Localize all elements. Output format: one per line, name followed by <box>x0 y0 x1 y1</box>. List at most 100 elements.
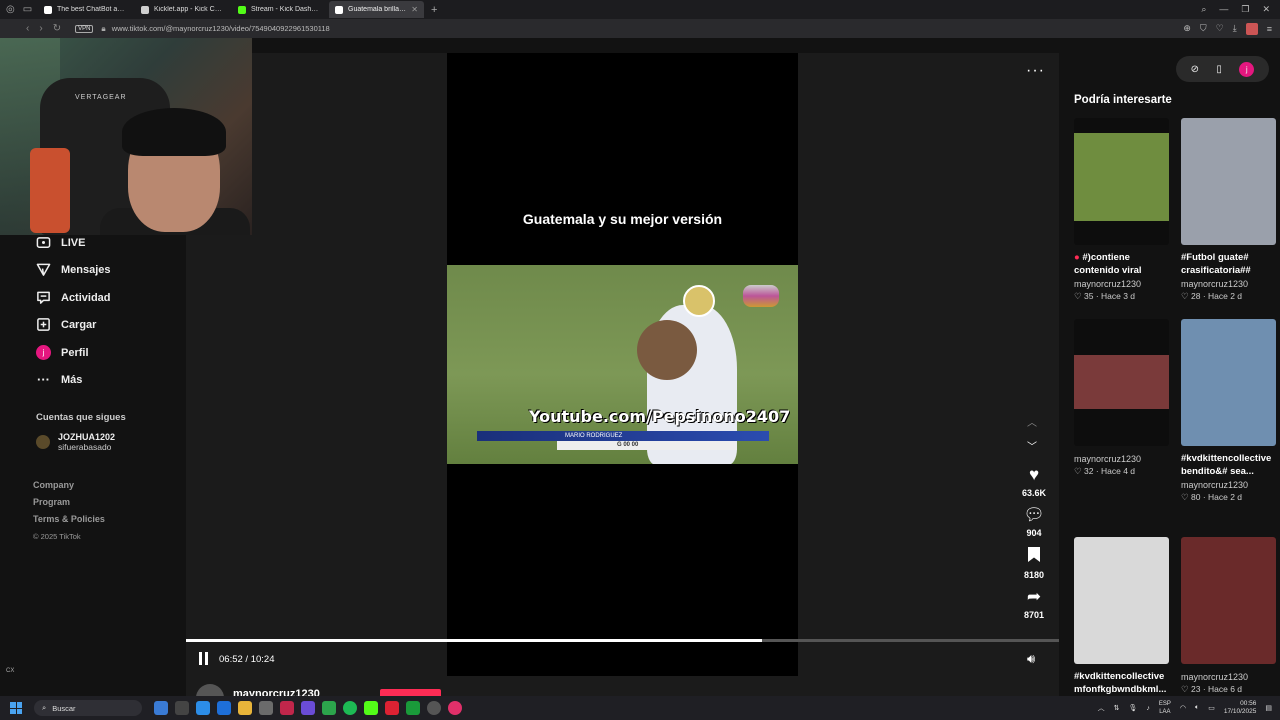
recommended-video-card[interactable]: maynorcruz1230 ♡ 32 · Hace 4 d <box>1074 319 1169 477</box>
card-meta: ♡ 23 · Hace 6 d <box>1181 684 1276 695</box>
current-time: 06:52 <box>219 654 243 665</box>
flag-icon <box>743 285 779 307</box>
share-button[interactable]: ➦ 8701 <box>1016 588 1052 621</box>
sidebar-item-profile[interactable]: j Perfil <box>36 345 89 360</box>
clock[interactable]: 00:56 17/10/2025 <box>1224 700 1257 716</box>
compass-icon[interactable]: ⊘ <box>1191 64 1199 75</box>
comment-count: 904 <box>1026 528 1042 538</box>
following-account[interactable]: JOZHUA1202 sifuerabasado <box>36 432 115 452</box>
store-icon[interactable] <box>259 701 273 715</box>
footer-link-program[interactable]: Program <box>33 494 105 511</box>
browser-tab[interactable]: Kicklet.app - Kick Chatbo... <box>135 1 230 18</box>
sidebar-item-messages[interactable]: Mensajes <box>36 262 111 277</box>
card-author: maynorcruz1230 <box>1181 672 1249 682</box>
recommended-video-card[interactable]: #Futbol guate# crasificatoria## maynorcru… <box>1181 118 1276 302</box>
speaker-icon[interactable]: 🔈︎ <box>1195 704 1199 712</box>
excel-icon[interactable] <box>406 701 420 715</box>
window-controls: ⌕ — ❐ ✕ <box>1201 4 1280 15</box>
recommended-video-card[interactable]: ● #)contiene contenido viral &$#... mayno… <box>1074 118 1169 302</box>
vpn-badge[interactable]: VPN <box>75 24 94 33</box>
search-tabs-icon[interactable]: ⌕ <box>1201 4 1206 15</box>
sidebar-item-more[interactable]: ··· Más <box>36 372 82 387</box>
tray-chevron-icon[interactable]: ︿ <box>1098 703 1105 713</box>
device-icon[interactable]: ▯ <box>1216 64 1222 75</box>
volume-icon[interactable]: 🔊︎ <box>1027 651 1035 667</box>
browser-tab[interactable]: The best ChatBot and Wi... <box>38 1 133 18</box>
sidebar-item-activity[interactable]: Actividad <box>36 290 111 305</box>
zoom-icon[interactable]: ⊕ <box>1183 23 1191 34</box>
spotify-icon[interactable] <box>343 701 357 715</box>
windows-start-icon[interactable] <box>10 702 22 714</box>
url-field[interactable]: www.tiktok.com/@maynorcruz1230/video/754… <box>112 24 330 33</box>
close-tab-icon[interactable]: ✕ <box>411 5 418 14</box>
heart-outline-icon: ♡ <box>1181 492 1191 502</box>
profile-avatar[interactable]: j <box>1239 61 1255 77</box>
opera-icon[interactable] <box>280 701 294 715</box>
more-options-icon[interactable]: ··· <box>1026 62 1045 80</box>
forward-button[interactable]: › <box>39 23 42 34</box>
sidebar-item-label: Mensajes <box>61 263 111 276</box>
system-tray: ︿ ⇅ 🎙︎ ♪ ESP LAA ◠ 🔈︎ ▭ 00:56 17/10/2025… <box>1098 700 1280 716</box>
layout-code: LAA <box>1159 709 1171 715</box>
battery-icon[interactable]: ▭ <box>1208 704 1215 712</box>
browser-menu-icon[interactable]: ◎ <box>6 4 15 15</box>
video-thumbnail <box>1181 319 1276 446</box>
separator: · <box>1093 466 1102 476</box>
language-indicator[interactable]: ESP LAA <box>1159 700 1171 716</box>
follow-button[interactable] <box>380 689 441 696</box>
volume-tray-icon[interactable]: ♪ <box>1146 705 1150 712</box>
author-name[interactable]: maynorcruz1230 <box>233 688 320 696</box>
minimize-button[interactable]: — <box>1219 4 1228 15</box>
bookmark-icon[interactable]: ♡ <box>1216 23 1224 34</box>
extension-avatar-icon[interactable] <box>1245 22 1258 35</box>
sidebar-item-label: LIVE <box>61 236 86 249</box>
comment-button[interactable]: 💬︎ 904 <box>1016 506 1052 539</box>
sidebar-item-live[interactable]: LIVE <box>36 235 85 250</box>
adblock-icon[interactable]: ⛉ <box>1200 23 1207 34</box>
download-icon[interactable]: ⤓ <box>1233 23 1237 34</box>
author-avatar[interactable] <box>196 684 224 696</box>
microphone-icon[interactable]: 🎙︎ <box>1128 704 1137 712</box>
heart-outline-icon: ♡ <box>1074 291 1084 301</box>
sidebar-item-label: Actividad <box>61 291 111 304</box>
reload-button[interactable]: ↻ <box>53 23 61 34</box>
network-icon[interactable]: ⇅ <box>1114 704 1120 712</box>
task-view-icon[interactable] <box>175 701 189 715</box>
kick-icon[interactable] <box>364 701 378 715</box>
recorder-icon[interactable] <box>385 701 399 715</box>
wifi-icon[interactable]: ◠ <box>1180 704 1186 712</box>
more-icon: ··· <box>37 372 50 387</box>
browser-more-icon[interactable]: ≡ <box>1267 24 1272 34</box>
xbox-icon[interactable] <box>322 701 336 715</box>
media-player-icon[interactable] <box>448 701 462 715</box>
mail-icon[interactable] <box>217 701 231 715</box>
recommended-video-card[interactable]: maynorcruz1230 ♡ 23 · Hace 6 d <box>1181 537 1276 695</box>
browser-tab[interactable]: Stream - Kick Dashboard <box>232 1 327 18</box>
sidebar-item-upload[interactable]: Cargar <box>36 317 96 332</box>
file-explorer-icon[interactable] <box>238 701 252 715</box>
obs-icon[interactable] <box>427 701 441 715</box>
browser-tab[interactable]: Guatemala brilla con... ✕ <box>329 1 424 18</box>
like-button[interactable]: ♥ 63.6K <box>1016 466 1052 499</box>
video-progress-bar[interactable] <box>186 639 1059 642</box>
taskbar-search[interactable]: ⌕ Buscar <box>34 700 142 716</box>
close-window-button[interactable]: ✕ <box>1262 4 1270 15</box>
notifications-icon[interactable]: ▤ <box>1265 704 1272 712</box>
widgets-icon[interactable] <box>154 701 168 715</box>
recommended-video-card[interactable]: #kvdkittencollective bendito&# sea... may… <box>1181 319 1276 503</box>
maximize-button[interactable]: ❐ <box>1241 4 1249 15</box>
save-button[interactable]: 8180 <box>1016 547 1052 580</box>
new-tab-button[interactable]: + <box>426 4 442 16</box>
discord-icon[interactable] <box>301 701 315 715</box>
edge-icon[interactable] <box>196 701 210 715</box>
lock-icon[interactable]: 🔒︎ <box>101 24 105 34</box>
footer-link-terms[interactable]: Terms & Policies <box>33 511 105 528</box>
footer-link-company[interactable]: Company <box>33 477 105 494</box>
next-video-icon[interactable]: ﹀ <box>1027 438 1037 453</box>
previous-video-icon[interactable]: ︿ <box>1027 414 1037 429</box>
back-button[interactable]: ‹ <box>26 23 29 34</box>
workspaces-icon[interactable]: ▭ <box>23 4 32 15</box>
card-title: #kvdkittencollective bendito&# sea... <box>1181 452 1276 478</box>
pause-button[interactable] <box>199 652 213 666</box>
recommended-video-card[interactable]: #kvdkittencollective mfonfkgbwndbkml...m… <box>1074 537 1169 720</box>
